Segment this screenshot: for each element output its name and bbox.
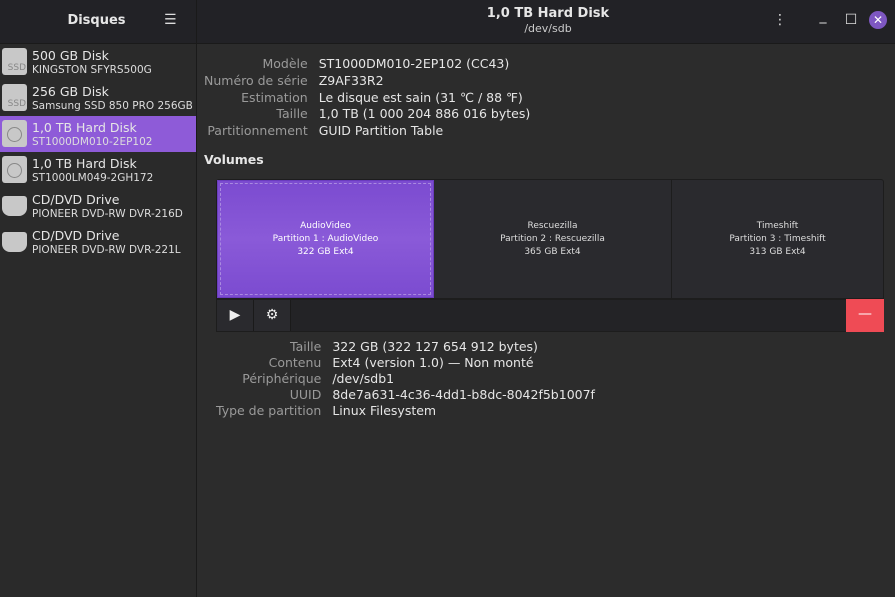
maximize-icon[interactable]: ☐ (841, 12, 861, 28)
partition-name: Timeshift (756, 220, 799, 231)
info-value: 1,0 TB (1 000 204 886 016 bytes) (318, 106, 531, 122)
disk-name: 256 GB Disk (32, 84, 109, 99)
info-label: Type de partition (216, 403, 322, 418)
partition-name: AudioVideo (300, 220, 351, 231)
delete-partition-button[interactable]: — (846, 299, 884, 332)
info-value: Le disque est sain (31 ℃ / 88 ℉) (318, 89, 523, 105)
partition-size: 322 GB Ext4 (297, 246, 354, 257)
info-value: ST1000DM010-2EP102 (CC43) (318, 56, 510, 71)
gear-icon[interactable]: ⚙ (254, 300, 291, 331)
optical-drive-icon (2, 232, 27, 252)
disk-list: SSD 500 GB Disk KINGSTON SFYRS500G SSD 256 … (0, 44, 197, 597)
partition-name: Rescuezilla (527, 220, 578, 231)
info-value: GUID Partition Table (318, 123, 444, 139)
info-value: 8de7a631-4c36-4dd1-b8dc-8042f5b1007f (332, 387, 595, 402)
partition-desc: Partition 3 : Timeshift (729, 233, 826, 244)
disk-item[interactable]: SSD 256 GB Disk Samsung SSD 850 PRO 256GB (0, 80, 196, 116)
optical-drive-icon (2, 196, 27, 216)
info-value: 322 GB (322 127 654 912 bytes) (332, 339, 538, 354)
partition-info: Taille 322 GB (322 127 654 912 bytes) Con… (216, 339, 595, 419)
info-label: Taille (290, 339, 322, 354)
info-label: Numéro de série (204, 72, 308, 88)
disk-model: PIONEER DVD-RW DVR-221L (32, 244, 181, 256)
disk-model: KINGSTON SFYRS500G (32, 64, 152, 76)
disk-item[interactable]: CD/DVD Drive PIONEER DVD-RW DVR-216D (0, 188, 196, 224)
disk-item[interactable]: CD/DVD Drive PIONEER DVD-RW DVR-221L (0, 224, 196, 260)
close-icon[interactable]: ✕ (869, 11, 887, 29)
info-label: Modèle (262, 56, 308, 71)
partition-desc: Partition 2 : Rescuezilla (500, 233, 605, 244)
disk-model: ST1000DM010-2EP102 (32, 136, 153, 148)
minimize-icon[interactable]: _ (813, 8, 833, 24)
info-value: Linux Filesystem (332, 403, 437, 418)
partition-size: 313 GB Ext4 (749, 246, 806, 257)
info-label: Contenu (268, 355, 322, 370)
disk-info: Modèle ST1000DM010-2EP102 (CC43) Numéro d… (204, 56, 530, 140)
hamburger-menu-icon[interactable]: ☰ (164, 12, 178, 28)
info-label: Estimation (241, 89, 308, 105)
sidebar-header: Disques ☰ (0, 0, 197, 44)
volumes-heading: Volumes (204, 152, 264, 167)
disk-item[interactable]: 1,0 TB Hard Disk ST1000LM049-2GH172 (0, 152, 196, 188)
partition-desc: Partition 1 : AudioVideo (272, 233, 379, 244)
partition-block-selected[interactable]: AudioVideo Partition 1 : AudioVideo 322 GB… (217, 180, 434, 298)
ssd-icon: SSD (2, 84, 27, 111)
disk-item[interactable]: SSD 500 GB Disk KINGSTON SFYRS500G (0, 44, 196, 80)
disk-name: CD/DVD Drive (32, 228, 120, 243)
disk-name: 500 GB Disk (32, 48, 109, 63)
mount-play-icon[interactable]: ▶ (217, 300, 254, 331)
ssd-icon: SSD (2, 48, 27, 75)
disk-model: PIONEER DVD-RW DVR-216D (32, 208, 183, 220)
disk-name: CD/DVD Drive (32, 192, 120, 207)
hdd-icon (2, 120, 27, 147)
info-value: /dev/sdb1 (332, 371, 395, 386)
partition-toolbar: ▶ ⚙ (216, 299, 884, 332)
disk-model: Samsung SSD 850 PRO 256GB (32, 100, 193, 112)
disk-name: 1,0 TB Hard Disk (32, 120, 137, 135)
disk-model: ST1000LM049-2GH172 (32, 172, 154, 184)
info-label: UUID (289, 387, 322, 402)
disk-item-selected[interactable]: 1,0 TB Hard Disk ST1000DM010-2EP102 (0, 116, 196, 152)
window-subtitle: /dev/sdb (524, 22, 572, 35)
hdd-icon (2, 156, 27, 183)
info-value: Z9AF33R2 (318, 72, 384, 88)
info-label: Partitionnement (207, 123, 308, 139)
info-label: Taille (276, 106, 308, 122)
window-title: 1,0 TB Hard Disk (486, 6, 610, 21)
partition-block[interactable]: Timeshift Partition 3 : Timeshift 313 GB E… (672, 180, 883, 298)
more-options-icon[interactable]: ⋮ (770, 12, 790, 28)
info-label: Périphérique (242, 371, 322, 386)
disk-name: 1,0 TB Hard Disk (32, 156, 137, 171)
partition-map: AudioVideo Partition 1 : AudioVideo 322 GB… (216, 179, 884, 299)
header-bar: Disques ☰ 1,0 TB Hard Disk /dev/sdb ⋮ _ … (0, 0, 895, 44)
partition-size: 365 GB Ext4 (524, 246, 581, 257)
partition-block[interactable]: Rescuezilla Partition 2 : Rescuezilla 365 … (434, 180, 672, 298)
info-value: Ext4 (version 1.0) — Non monté (332, 355, 534, 370)
